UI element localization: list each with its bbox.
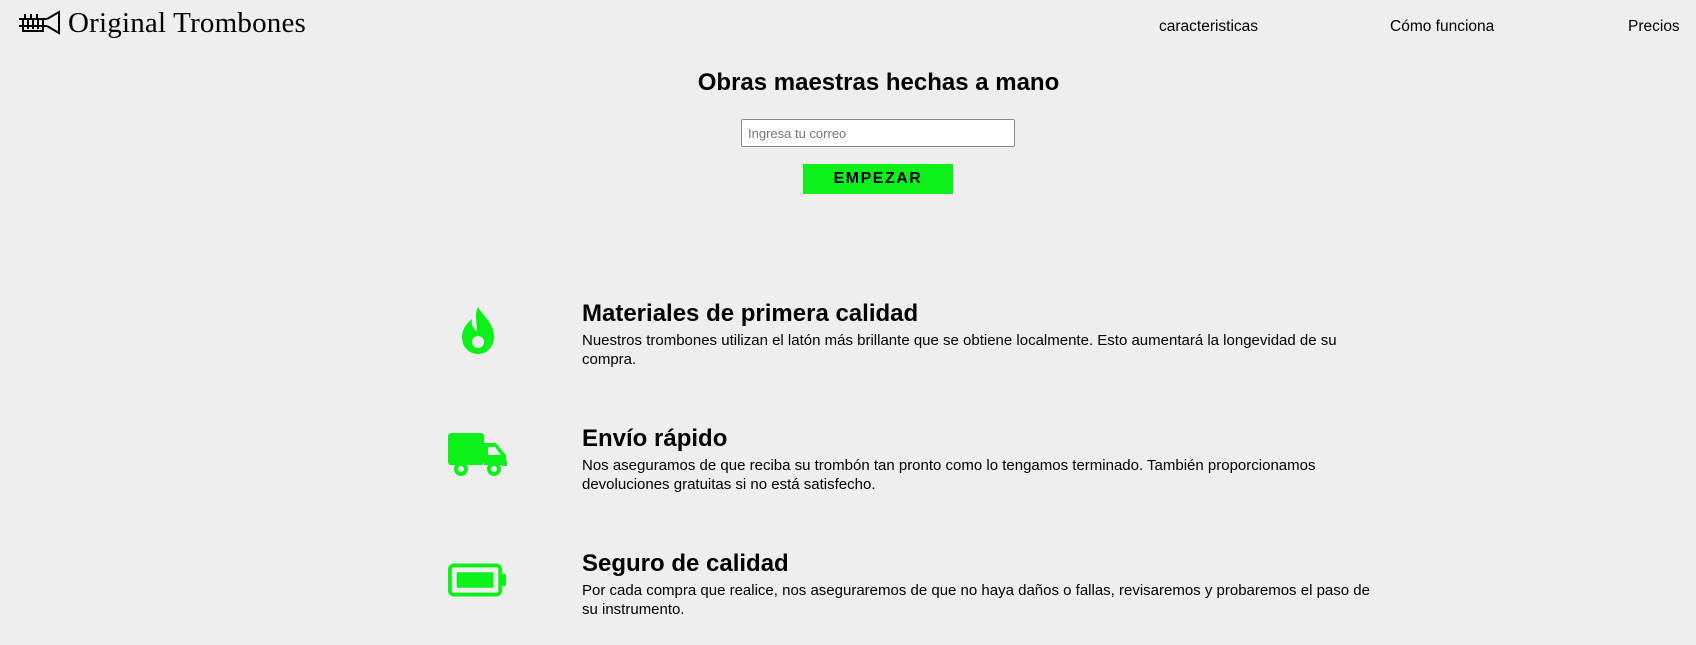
battery-full-icon [448,550,508,610]
fire-icon [448,300,508,360]
brand-name: Original Trombones [68,7,307,39]
email-input[interactable] [741,119,1015,147]
site-header: Original Trombones caracteristicas Cómo … [0,0,1696,54]
feature-description: Nos aseguramos de que reciba su trombón … [582,457,1316,493]
truck-icon [448,425,508,485]
trumpet-logo-icon [19,10,60,35]
feature-description: Por cada compra que realice, nos asegura… [582,582,1370,618]
feature-description: Nuestros trombones utilizan el latón más… [582,332,1337,368]
feature-title: Seguro de calidad [582,550,789,577]
nav-link-caracteristicas[interactable]: caracteristicas [1159,18,1258,36]
feature-title: Materiales de primera calidad [582,300,919,327]
nav-link-precios[interactable]: Precios [1628,18,1680,36]
start-button[interactable]: EMPEZAR [803,164,953,194]
nav-link-como-funciona[interactable]: Cómo funciona [1390,18,1494,36]
brand-logo[interactable]: Original Trombones [17,8,306,38]
hero-title: Obras maestras hechas a mano [697,69,1060,96]
feature-item-quality: Seguro de calidad Por cada compra que re… [448,550,1378,630]
feature-item-materials: Materiales de primera calidad Nuestros t… [448,300,1378,380]
feature-title: Envío rápido [582,425,728,452]
feature-item-shipping: Envío rápido Nos aseguramos de que recib… [448,425,1378,505]
